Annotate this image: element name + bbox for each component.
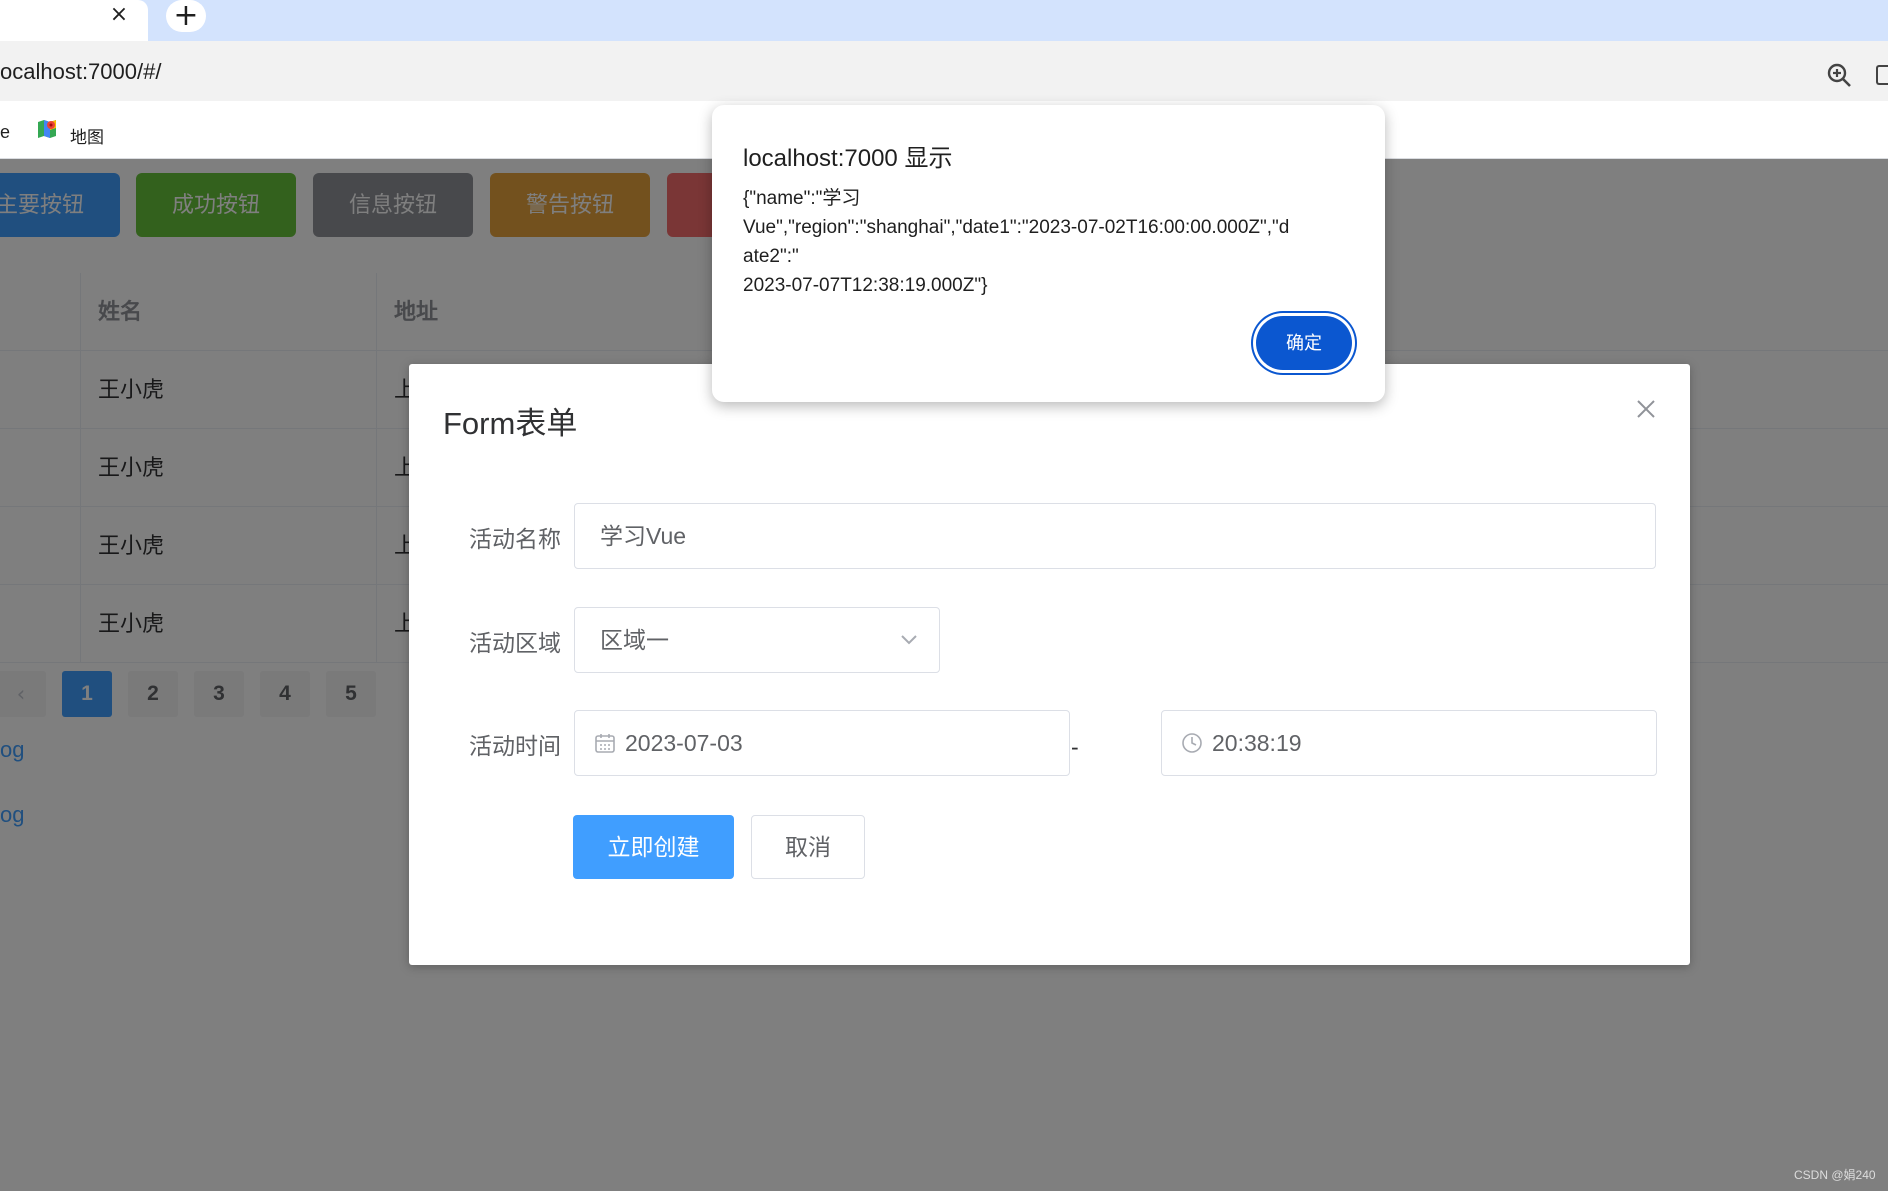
url-text[interactable]: ocalhost:7000/#/ xyxy=(0,59,161,85)
chevron-down-icon xyxy=(901,635,917,645)
cancel-button[interactable]: 取消 xyxy=(751,815,865,879)
alert-title: localhost:7000 显示 xyxy=(743,145,953,172)
activity-name-value: 学习Vue xyxy=(600,523,687,549)
new-tab-button[interactable]: + xyxy=(166,0,206,32)
region-label: 活动区域 xyxy=(469,630,561,656)
form-dialog: Form表单 活动名称 学习Vue 活动区域 区域一 活动时间 2023-07-… xyxy=(409,364,1690,965)
create-button[interactable]: 立即创建 xyxy=(573,815,734,879)
alert-message: {"name":"学习 Vue","region":"shanghai","da… xyxy=(743,188,1290,296)
maps-icon[interactable] xyxy=(36,118,58,140)
date-value: 2023-07-03 xyxy=(625,730,743,756)
time-value: 20:38:19 xyxy=(1212,730,1302,756)
address-bar: ocalhost:7000/#/ xyxy=(0,41,1888,101)
bookmark-maps-label[interactable]: 地图 xyxy=(70,123,104,148)
date-picker[interactable]: 2023-07-03 xyxy=(574,710,1070,776)
range-separator: - xyxy=(1071,734,1079,760)
bookmark-item-cut[interactable]: e xyxy=(0,122,10,143)
close-icon[interactable]: × xyxy=(106,2,132,28)
name-label: 活动名称 xyxy=(469,526,561,552)
time-label: 活动时间 xyxy=(469,733,561,759)
calendar-icon xyxy=(595,734,615,753)
extension-icon[interactable] xyxy=(1876,65,1888,85)
region-select[interactable]: 区域一 xyxy=(574,607,940,673)
tab-strip: × + xyxy=(0,0,1888,41)
clock-icon xyxy=(1182,733,1202,753)
close-icon[interactable] xyxy=(1631,394,1661,424)
ok-button[interactable]: 确定 xyxy=(1256,316,1352,370)
dialog-title: Form表单 xyxy=(443,406,578,441)
alert-dialog: localhost:7000 显示 {"name":"学习 Vue","regi… xyxy=(712,105,1385,402)
activity-name-input[interactable]: 学习Vue xyxy=(574,503,1656,569)
time-picker[interactable]: 20:38:19 xyxy=(1161,710,1657,776)
zoom-icon[interactable] xyxy=(1826,62,1852,88)
active-tab[interactable]: × xyxy=(0,0,148,41)
watermark: CSDN @娟240 xyxy=(1794,1168,1876,1182)
region-value: 区域一 xyxy=(600,627,669,653)
